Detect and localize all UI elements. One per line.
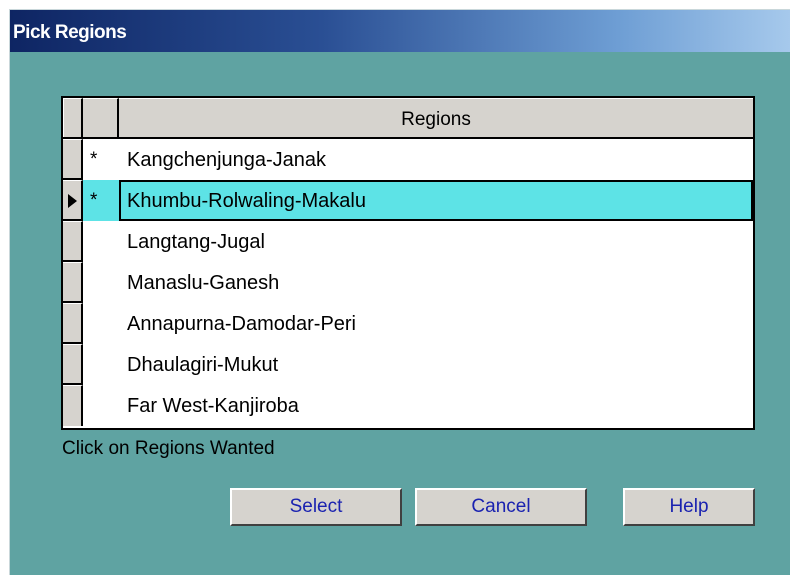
row-marker: [83, 385, 119, 426]
region-cell[interactable]: Annapurna-Damodar-Peri: [119, 303, 753, 344]
region-name: Manaslu-Ganesh: [127, 272, 280, 294]
row-marker-text: *: [90, 149, 98, 170]
row-marker: *: [83, 180, 119, 221]
marker-column-header: [83, 98, 119, 137]
current-row-pointer-icon: [68, 194, 77, 208]
row-indicator[interactable]: [63, 180, 83, 221]
row-indicator[interactable]: [63, 344, 83, 385]
row-indicator[interactable]: [63, 139, 83, 180]
region-cell[interactable]: Dhaulagiri-Mukut: [119, 344, 753, 385]
region-cell[interactable]: Khumbu-Rolwaling-Makalu: [119, 180, 753, 221]
row-indicator[interactable]: [63, 221, 83, 262]
region-cell[interactable]: Langtang-Jugal: [119, 221, 753, 262]
grid-header: Regions: [63, 98, 753, 139]
regions-column-header-label: Regions: [401, 109, 471, 130]
region-cell[interactable]: Manaslu-Ganesh: [119, 262, 753, 303]
select-button[interactable]: Select: [230, 488, 402, 526]
help-button[interactable]: Help: [623, 488, 755, 526]
title-bar[interactable]: Pick Regions: [10, 10, 790, 52]
table-row[interactable]: Annapurna-Damodar-Peri: [63, 303, 753, 344]
region-name: Far West-Kanjiroba: [127, 395, 299, 417]
row-indicator[interactable]: [63, 385, 83, 426]
region-name: Khumbu-Rolwaling-Makalu: [127, 190, 366, 212]
regions-grid[interactable]: Regions * Kangchenjunga-Janak * Khumbu-R…: [61, 96, 755, 430]
row-marker: [83, 344, 119, 385]
row-marker-text: *: [90, 190, 98, 211]
row-indicator[interactable]: [63, 303, 83, 344]
pick-regions-dialog: Pick Regions Regions * Kangchenjunga-Jan…: [9, 9, 790, 575]
region-cell[interactable]: Far West-Kanjiroba: [119, 385, 753, 426]
row-marker: [83, 221, 119, 262]
row-indicator[interactable]: [63, 262, 83, 303]
row-marker: [83, 303, 119, 344]
instruction-text: Click on Regions Wanted: [62, 438, 275, 459]
region-name: Kangchenjunga-Janak: [127, 149, 327, 171]
row-marker: *: [83, 139, 119, 180]
row-indicator-header: [63, 98, 83, 137]
table-row[interactable]: * Kangchenjunga-Janak: [63, 139, 753, 180]
regions-column-header[interactable]: Regions: [119, 98, 753, 137]
window-title: Pick Regions: [13, 22, 127, 43]
table-row[interactable]: Manaslu-Ganesh: [63, 262, 753, 303]
cancel-button[interactable]: Cancel: [415, 488, 587, 526]
table-row[interactable]: Far West-Kanjiroba: [63, 385, 753, 426]
row-marker: [83, 262, 119, 303]
table-row[interactable]: Dhaulagiri-Mukut: [63, 344, 753, 385]
table-row-selected[interactable]: * Khumbu-Rolwaling-Makalu: [63, 180, 753, 221]
region-name: Dhaulagiri-Mukut: [127, 354, 279, 376]
table-row[interactable]: Langtang-Jugal: [63, 221, 753, 262]
region-name: Annapurna-Damodar-Peri: [127, 313, 357, 335]
region-cell[interactable]: Kangchenjunga-Janak: [119, 139, 753, 180]
region-name: Langtang-Jugal: [127, 231, 265, 253]
